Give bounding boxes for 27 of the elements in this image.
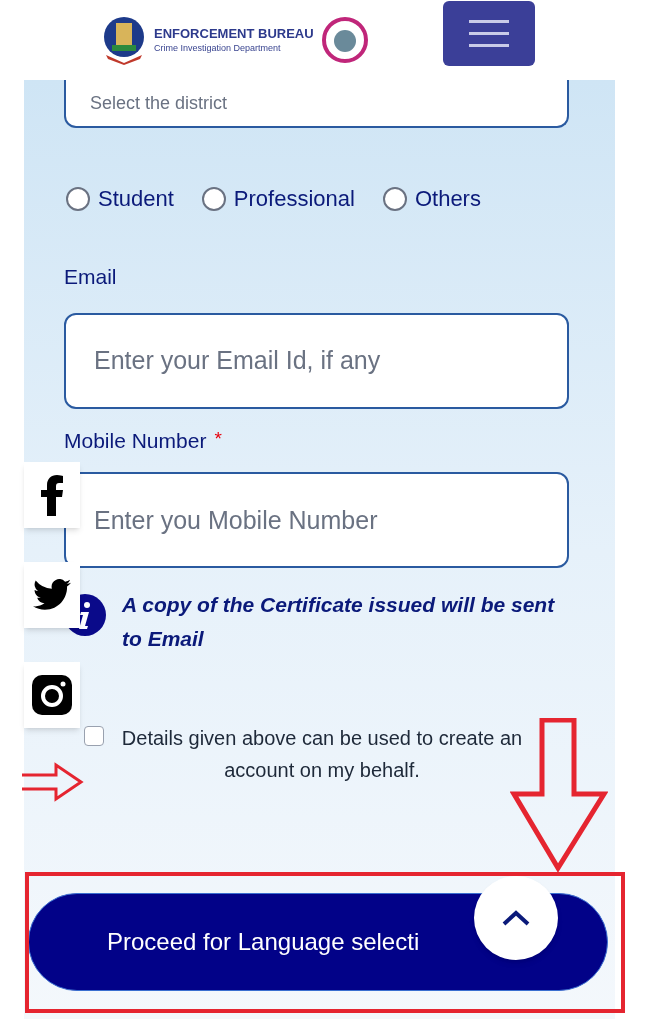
chevron-up-icon (501, 909, 531, 927)
instagram-icon (32, 675, 72, 715)
seal-logo-icon (321, 17, 368, 63)
radio-option[interactable]: Professional (201, 182, 355, 215)
mobile-input[interactable]: Enter you Mobile Number (64, 472, 569, 568)
facebook-icon (39, 474, 65, 516)
radio-option[interactable]: Student (66, 182, 174, 215)
menu-button[interactable] (443, 1, 535, 66)
radio-option[interactable]: Others (382, 182, 481, 215)
required-mark: * (214, 426, 222, 451)
emblem-logo-icon (102, 15, 146, 65)
social-link[interactable] (24, 662, 80, 728)
email-input[interactable]: Enter your Email Id, if any (64, 312, 569, 409)
site-subtitle: Crime Investigation Department (154, 42, 282, 54)
mobile-label: Mobile Number (64, 427, 207, 454)
consent-text: Details given above can be used to create an account on my behalf. (120, 726, 524, 783)
district-select[interactable]: Select the district (64, 80, 569, 128)
consent-checkbox[interactable] (84, 726, 104, 746)
site-title: ENFORCEMENT BUREAU (154, 26, 314, 43)
radio-button[interactable] (66, 186, 90, 211)
social-link[interactable] (24, 562, 80, 628)
email-label: Email (64, 264, 118, 290)
radio-button[interactable] (201, 186, 226, 211)
radio-button[interactable] (382, 186, 407, 211)
social-link[interactable] (24, 462, 80, 528)
info-note: A copy of the Certificate issued will be sent to Email (122, 592, 556, 652)
twitter-icon (33, 579, 71, 611)
